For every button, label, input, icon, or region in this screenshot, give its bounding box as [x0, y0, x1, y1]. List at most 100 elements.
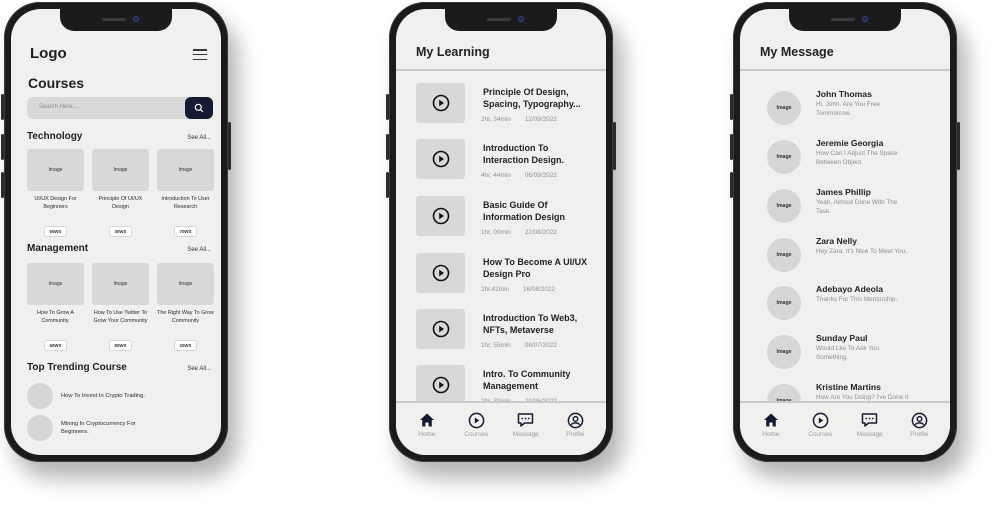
tab-courses[interactable]: Courses — [456, 411, 496, 455]
see-all-link[interactable]: See All... — [187, 135, 211, 141]
learning-item[interactable]: Basic Guide Of Information Design 1hr, 0… — [416, 196, 598, 240]
video-thumbnail[interactable] — [416, 83, 465, 123]
sender-name: Adebayo Adeola — [816, 284, 884, 294]
bottom-tab-bar: Home Courses Message Profile — [396, 401, 606, 455]
message-preview: Thanks For This Mentorship. — [816, 296, 898, 303]
learning-item[interactable]: Introduction To Web3, NFTs, Metaverse 1h… — [416, 309, 598, 353]
tab-message[interactable]: Message — [850, 411, 890, 455]
message-preview: Hi, John. Are You Free Tommorrow. — [816, 101, 880, 117]
tab-message[interactable]: Message — [506, 411, 546, 455]
lesson-date: 12/09/2022 — [524, 116, 557, 123]
avatar: Image — [767, 286, 801, 320]
see-all-link[interactable]: See All... — [187, 366, 211, 372]
search-input[interactable]: Search Here..... — [39, 104, 81, 110]
video-thumbnail[interactable] — [416, 309, 465, 349]
section-management: Management See All... — [27, 243, 211, 254]
learning-screen: My Learning Principle Of Design, Spacing… — [396, 9, 606, 455]
message-item[interactable]: Image Sunday Paul Would Lke To Ask You S… — [767, 333, 942, 373]
course-card[interactable]: Image UI/UX Design For Beginners 50WS — [27, 149, 84, 238]
play-circle-icon — [432, 264, 449, 282]
message-preview: Yeah, Almost Done With The Task. — [816, 199, 898, 215]
lesson-meta: 4hr, 44min 06/09/2022 — [481, 172, 557, 179]
video-thumbnail[interactable] — [416, 196, 465, 236]
app-logo: Logo — [30, 45, 67, 62]
page-title: My Learning — [416, 45, 490, 59]
lesson-duration: 2hr,42min — [481, 286, 510, 293]
play-circle-icon — [432, 207, 449, 225]
lesson-date: 06/09/2022 — [524, 172, 557, 179]
tab-label: Home — [418, 431, 436, 438]
course-card[interactable]: Image Introduction To User Research 70WS — [157, 149, 214, 238]
course-badge: 20WS — [173, 340, 198, 351]
course-card[interactable]: Image Principle Of UI/UX Design 30WS — [92, 149, 149, 238]
course-title: UI/UX Design For Beginners — [34, 196, 77, 210]
course-card[interactable]: Image How To Grow A Community. 60WS — [27, 263, 84, 352]
phone-messages: My Message Image John Thomas Hi, John. A… — [730, 2, 960, 462]
sender-name: Sunday Paul — [816, 333, 868, 343]
course-card[interactable]: Image How To Use Twitter To Grow Your Co… — [92, 263, 149, 352]
courses-screen: Logo Courses Search Here..... Technology… — [11, 9, 221, 455]
search-bar[interactable]: Search Here..... — [27, 97, 213, 119]
course-title: How To Grow A Community. — [36, 310, 75, 324]
tab-label: Message — [856, 431, 883, 438]
page-title: Courses — [28, 75, 85, 91]
message-item[interactable]: Image Adebayo Adeola Thanks For This Men… — [767, 284, 942, 324]
avatar: Image — [767, 189, 801, 223]
video-thumbnail[interactable] — [416, 253, 465, 293]
course-image: Image — [157, 263, 214, 305]
tab-label: Home — [762, 431, 780, 438]
trending-thumbnail — [27, 415, 53, 441]
bottom-tab-bar: Home Courses Message Profile — [740, 401, 950, 455]
home-icon — [419, 413, 434, 427]
avatar: Image — [767, 91, 801, 125]
message-preview: How Can I Adjust The Space Between Objec… — [816, 150, 898, 166]
profile-icon — [567, 412, 584, 428]
tab-profile[interactable]: Profile — [555, 411, 595, 455]
sender-name: James Phillip — [816, 187, 871, 197]
course-title: The Right Way To Grow Community — [157, 310, 214, 324]
section-technology: Technology See All... — [27, 131, 211, 142]
chat-icon — [518, 413, 534, 427]
profile-icon — [911, 412, 928, 428]
section-title: Management — [27, 243, 89, 254]
play-circle-icon — [432, 150, 449, 168]
chat-icon — [862, 413, 878, 427]
message-item[interactable]: Image Jeremie Georgia How Can I Adjust T… — [767, 138, 942, 178]
course-image: Image — [27, 263, 84, 305]
message-item[interactable]: Image John Thomas Hi, John. Are You Free… — [767, 89, 942, 129]
tab-profile[interactable]: Profile — [899, 411, 939, 455]
message-item[interactable]: Image Zara Nelly Hey Zara. It's Nice To … — [767, 236, 942, 276]
course-image: Image — [92, 149, 149, 191]
course-badge: 30WS — [108, 226, 133, 237]
lesson-title: Principle Of Design, Spacing, Typography… — [483, 87, 581, 109]
lesson-title: Introduction To Interaction Design. — [483, 143, 565, 165]
phone-courses: Logo Courses Search Here..... Technology… — [1, 2, 231, 462]
video-thumbnail[interactable] — [416, 365, 465, 405]
trending-title: How To Invest In Crypto Trading. — [61, 392, 145, 399]
video-thumbnail[interactable] — [416, 139, 465, 179]
learning-item[interactable]: Introduction To Interaction Design. 4hr,… — [416, 139, 598, 183]
lesson-title: Intro. To Community Management — [483, 369, 571, 391]
play-circle-icon — [812, 412, 829, 428]
course-card[interactable]: Image The Right Way To Grow Community 20… — [157, 263, 214, 352]
message-item[interactable]: Image James Phillip Yeah, Almost Done Wi… — [767, 187, 942, 227]
page-title: My Message — [760, 45, 834, 59]
lesson-duration: 4hr, 44min — [481, 172, 511, 179]
learning-item[interactable]: Principle Of Design, Spacing, Typography… — [416, 83, 598, 127]
trending-item[interactable]: Mining In Cryptocurrency For Beginners. — [27, 415, 161, 441]
tab-home[interactable]: Home — [751, 411, 791, 455]
course-title: Principle Of UI/UX Design — [98, 196, 143, 210]
learning-item[interactable]: How To Become A UI/UX Design Pro 2hr,42m… — [416, 253, 598, 297]
menu-icon[interactable] — [193, 49, 207, 60]
tab-courses[interactable]: Courses — [800, 411, 840, 455]
sender-name: Jeremie Georgia — [816, 138, 884, 148]
tab-label: Courses — [808, 431, 833, 438]
home-icon — [763, 413, 778, 427]
lesson-meta: 1hr, 55min 08/07/2022 — [481, 342, 557, 349]
search-button[interactable] — [185, 97, 213, 119]
trending-item[interactable]: How To Invest In Crypto Trading. — [27, 383, 161, 409]
tab-home[interactable]: Home — [407, 411, 447, 455]
message-preview: Would Lke To Ask You Something. — [816, 345, 880, 361]
lesson-title: Introduction To Web3, NFTs, Metaverse — [483, 313, 578, 335]
see-all-link[interactable]: See All... — [187, 247, 211, 253]
